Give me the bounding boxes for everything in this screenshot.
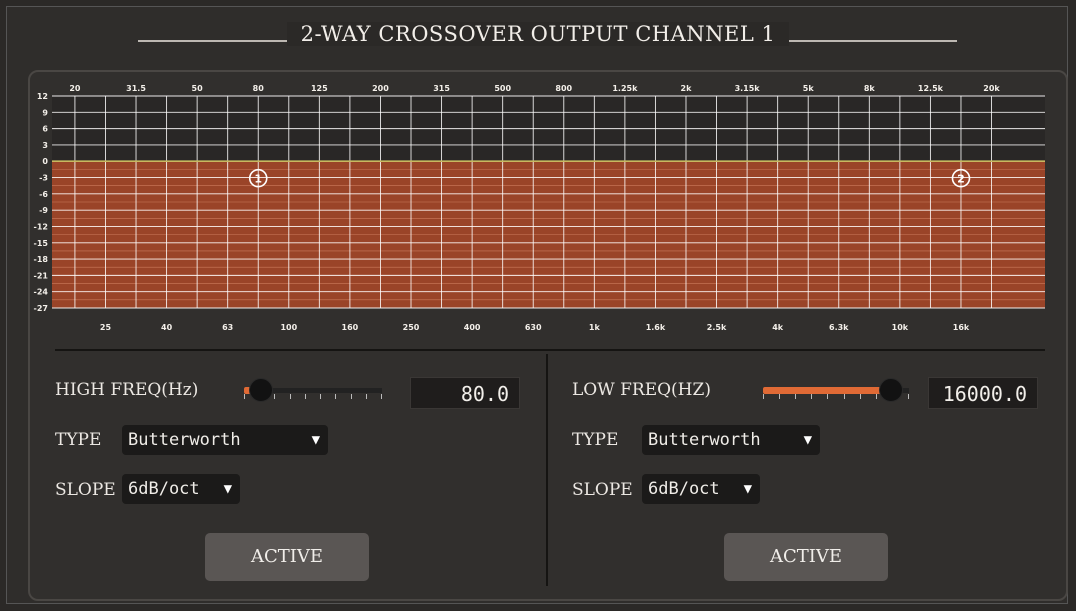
title-row: 2-WAY CROSSOVER OUTPUT CHANNEL 1 [0, 22, 1076, 58]
top-freq-label: 20 [69, 84, 81, 93]
right-type-value: Butterworth [648, 430, 761, 450]
crossover-marker-label: 1 [254, 173, 262, 186]
slider-tick [795, 394, 796, 399]
top-freq-label: 125 [311, 84, 328, 93]
top-freq-label: 500 [494, 84, 511, 93]
bottom-freq-label: 1k [589, 323, 601, 332]
right-slope-value: 6dB/oct [648, 479, 720, 499]
high-freq-label: HIGH FREQ(Hz) [55, 380, 199, 400]
slider-tick [779, 394, 780, 399]
bottom-freq-label: 40 [161, 323, 173, 332]
top-freq-label: 20k [983, 84, 1000, 93]
y-tick-label: 12 [37, 92, 48, 101]
right-slope-select[interactable]: 6dB/oct ▼ [642, 474, 760, 504]
bottom-freq-label: 100 [280, 323, 297, 332]
slider-tick [860, 394, 861, 399]
right-type-select[interactable]: Butterworth ▼ [642, 425, 820, 455]
bottom-freq-label: 160 [342, 323, 359, 332]
y-tick-label: 3 [42, 141, 48, 150]
bottom-freq-label: 6.3k [829, 323, 849, 332]
crossover-marker-label: 2 [957, 173, 965, 186]
y-tick-label: 6 [42, 125, 48, 134]
y-tick-label: -24 [34, 288, 49, 297]
page-title: 2-WAY CROSSOVER OUTPUT CHANNEL 1 [286, 22, 790, 46]
slider-tick [274, 394, 275, 399]
top-freq-label: 12.5k [918, 84, 944, 93]
slider-tick [351, 394, 352, 399]
y-tick-label: -21 [34, 271, 49, 280]
left-type-value: Butterworth [128, 430, 241, 450]
slider-tick [244, 394, 245, 399]
right-active-button[interactable]: ACTIVE [724, 533, 888, 581]
left-slope-label: SLOPE [55, 480, 116, 500]
slider-tick [763, 394, 764, 399]
bottom-freq-label: 400 [464, 323, 481, 332]
slider-tick [811, 394, 812, 399]
top-freq-label: 80 [253, 84, 265, 93]
left-active-button[interactable]: ACTIVE [205, 533, 369, 581]
slider-tick [876, 394, 877, 399]
top-freq-label: 200 [372, 84, 389, 93]
bottom-freq-label: 1.6k [646, 323, 666, 332]
dropdown-arrow-icon[interactable]: ▼ [224, 474, 232, 504]
top-freq-label: 1.25k [612, 84, 638, 93]
bottom-freq-label: 630 [525, 323, 542, 332]
crossover-graph-svg[interactable]: 129630-3-6-9-12-15-18-21-24-2720 31.5 50 80… [30, 80, 1050, 345]
slider-tick [290, 394, 291, 399]
horizontal-divider [55, 349, 1045, 351]
slider-knob-icon[interactable] [249, 378, 273, 402]
top-freq-label: 2k [681, 84, 693, 93]
bottom-freq-label: 2.5k [707, 323, 727, 332]
high-freq-slider[interactable] [244, 378, 382, 402]
slider-tick [305, 394, 306, 399]
top-freq-label: 31.5 [126, 84, 146, 93]
low-freq-label: LOW FREQ(HZ) [572, 380, 711, 400]
slider-tick [908, 394, 909, 399]
slider-tick [320, 394, 321, 399]
y-tick-label: 0 [42, 157, 48, 166]
top-freq-label: 8k [864, 84, 876, 93]
y-tick-label: -12 [34, 222, 48, 231]
high-freq-value[interactable]: 80.0 [410, 377, 520, 409]
slider-fill [763, 387, 891, 394]
left-type-select[interactable]: Butterworth ▼ [122, 425, 328, 455]
bottom-freq-label: 25 [100, 323, 112, 332]
top-freq-label: 3.15k [735, 84, 761, 93]
y-tick-label: -15 [34, 239, 49, 248]
crossover-graph[interactable]: 12 9 6 3 0 -3 -6 -9 -12 -15 -18 -21 -24 -27 20 31.5 50 80… [30, 80, 1050, 345]
low-freq-value[interactable]: 16000.0 [928, 377, 1038, 409]
left-slope-select[interactable]: 6dB/oct ▼ [122, 474, 240, 504]
slider-tick [335, 394, 336, 399]
dropdown-arrow-icon[interactable]: ▼ [744, 474, 752, 504]
y-tick-label: 9 [42, 108, 48, 117]
slider-tick [366, 394, 367, 399]
y-tick-label: -9 [39, 206, 48, 215]
top-freq-label: 5k [803, 84, 815, 93]
slider-tick [827, 394, 828, 399]
slider-tick [844, 394, 845, 399]
slider-tick [381, 394, 382, 399]
bottom-freq-label: 250 [403, 323, 420, 332]
dropdown-arrow-icon[interactable]: ▼ [312, 425, 320, 455]
right-type-label: TYPE [572, 430, 619, 450]
y-tick-label: -6 [39, 190, 48, 199]
top-freq-label: 50 [192, 84, 204, 93]
top-freq-label: 800 [555, 84, 572, 93]
bottom-freq-label: 16k [953, 323, 970, 332]
top-freq-label: 315 [433, 84, 450, 93]
bottom-freq-label: 63 [222, 323, 233, 332]
y-tick-label: -3 [39, 174, 48, 183]
slider-knob-icon[interactable] [879, 378, 903, 402]
y-tick-label: -27 [34, 304, 48, 313]
left-type-label: TYPE [55, 430, 102, 450]
low-freq-slider[interactable] [763, 378, 909, 402]
vertical-divider [546, 354, 548, 586]
y-tick-label: -18 [34, 255, 49, 264]
bottom-freq-label: 4k [772, 323, 784, 332]
dropdown-arrow-icon[interactable]: ▼ [804, 425, 812, 455]
right-slope-label: SLOPE [572, 480, 633, 500]
left-slope-value: 6dB/oct [128, 479, 200, 499]
bottom-freq-label: 10k [892, 323, 909, 332]
